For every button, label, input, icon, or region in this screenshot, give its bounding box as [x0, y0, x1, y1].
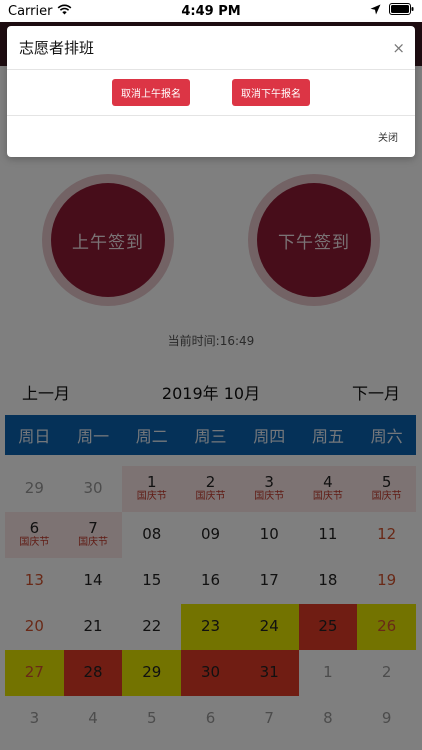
status-left: Carrier: [8, 4, 72, 19]
status-right: [370, 3, 414, 19]
carrier-label: Carrier: [8, 3, 53, 19]
close-button[interactable]: 关闭: [378, 129, 398, 144]
modal-header: 志愿者排班 ×: [7, 26, 415, 70]
wifi-icon: [57, 4, 72, 19]
modal-title: 志愿者排班: [19, 39, 95, 57]
close-icon[interactable]: ×: [392, 39, 405, 57]
cancel-morning-button[interactable]: 取消上午报名: [112, 79, 190, 106]
location-arrow-icon: [370, 4, 381, 19]
status-bar: Carrier 4:49 PM: [0, 0, 422, 22]
modal-footer: 关闭: [7, 116, 415, 156]
battery-icon: [389, 3, 414, 19]
cancel-afternoon-button[interactable]: 取消下午报名: [232, 79, 310, 106]
volunteer-schedule-modal: 志愿者排班 × 取消上午报名 取消下午报名 关闭: [7, 26, 415, 157]
modal-body: 取消上午报名 取消下午报名: [7, 70, 415, 116]
